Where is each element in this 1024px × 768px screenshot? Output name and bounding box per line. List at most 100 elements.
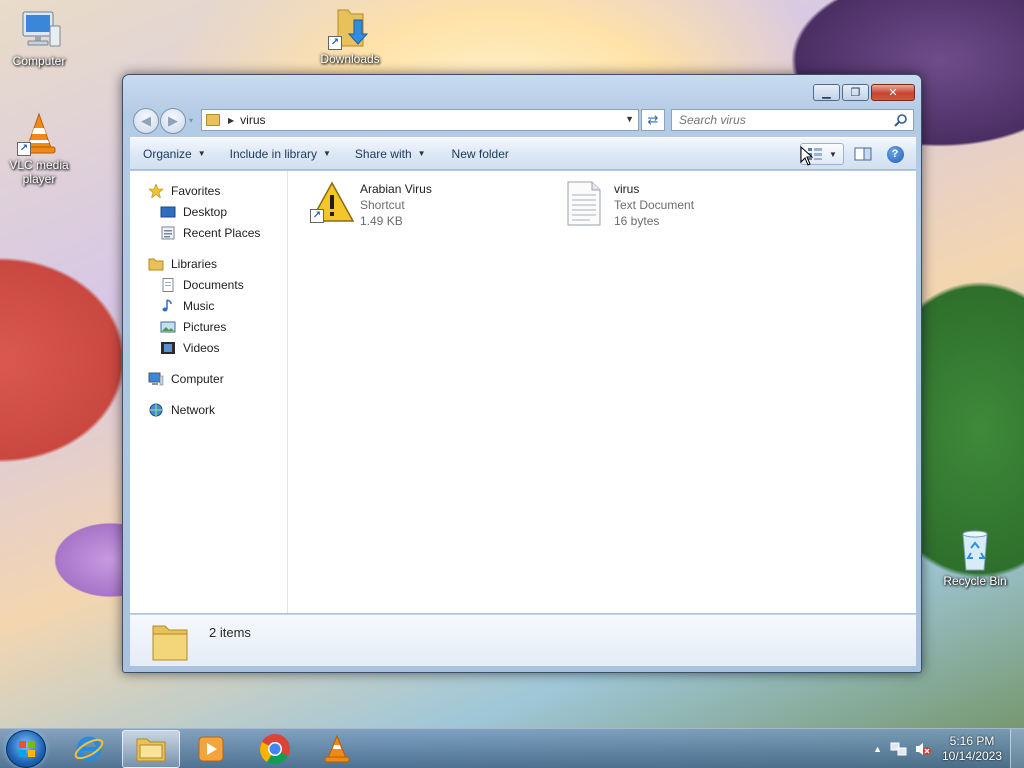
desktop-icon-label: Computer (12, 54, 66, 68)
chevron-down-icon: ▼ (197, 149, 206, 158)
desktop-icon-label: Downloads (320, 52, 380, 66)
help-button[interactable]: ? (882, 143, 908, 165)
include-in-library-button[interactable]: Include in library ▼ (218, 138, 343, 169)
show-hidden-icons-chevron-icon[interactable]: ▲ (873, 744, 882, 754)
nav-item-recent-places[interactable]: Recent Places (130, 222, 287, 243)
explorer-content: Favorites Desktop Recent Places Librarie… (130, 171, 916, 613)
nav-label: Favorites (171, 183, 221, 198)
taskbar-clock[interactable]: 5:16 PM 10/14/2023 (934, 734, 1010, 764)
nav-label: Recent Places (183, 225, 261, 240)
recent-pages-chevron-icon[interactable]: ▾ (189, 116, 193, 125)
file-item-arabian-virus[interactable]: ↗ Arabian Virus Shortcut 1.49 KB (306, 179, 536, 231)
music-icon (160, 298, 176, 313)
desktop-icon-computer[interactable]: Computer (1, 8, 77, 68)
warning-shortcut-icon: ↗ (306, 179, 356, 227)
address-bar[interactable]: ▶ virus ▼ (201, 109, 639, 131)
text-document-icon (560, 179, 610, 227)
taskbar: ▲ 5:16 PM 10/14/2023 (0, 728, 1024, 768)
nav-item-pictures[interactable]: Pictures (130, 316, 287, 337)
new-folder-label: New folder (451, 146, 509, 161)
share-with-button[interactable]: Share with ▼ (343, 138, 438, 169)
desktop-icon-recycle-bin[interactable]: Recycle Bin (937, 528, 1013, 588)
details-pane: 2 items (130, 614, 916, 666)
computer-icon (15, 8, 63, 52)
star-icon (148, 182, 164, 199)
close-icon: ✕ (888, 87, 898, 99)
nav-label: Network (171, 402, 216, 417)
refresh-button[interactable]: ⇄ (641, 109, 665, 131)
search-box[interactable] (671, 109, 914, 131)
minimize-button[interactable]: ▁ (813, 84, 840, 101)
recycle-bin-icon (951, 528, 999, 572)
file-type: Shortcut (360, 198, 405, 212)
recent-places-icon (160, 226, 176, 240)
chrome-icon (260, 734, 290, 765)
start-button[interactable] (6, 730, 46, 768)
folder-icon (206, 114, 220, 126)
forward-button[interactable]: ▶ (160, 108, 186, 134)
refresh-icon: ⇄ (647, 112, 659, 127)
nav-item-libraries[interactable]: Libraries (130, 253, 287, 274)
taskbar-windows-explorer[interactable] (122, 730, 180, 768)
nav-label: Computer (171, 371, 224, 386)
documents-icon (160, 277, 176, 292)
system-tray: ▲ 5:16 PM 10/14/2023 (873, 729, 1024, 768)
preview-pane-button[interactable] (850, 143, 876, 165)
network-status-icon[interactable] (890, 741, 908, 757)
desktop-icon-label: VLC media player (9, 158, 69, 186)
file-name: virus (614, 182, 640, 196)
item-count: 2 items (209, 625, 251, 640)
file-item-virus[interactable]: virus Text Document 16 bytes (560, 179, 790, 231)
desktop-icon-vlc[interactable]: ↗ VLC media player (1, 112, 77, 186)
nav-label: Music (183, 298, 215, 313)
maximize-button[interactable]: ❐ (842, 84, 869, 101)
desktop-icon-label: Recycle Bin (943, 574, 1007, 588)
desktop-icon-downloads[interactable]: ↗ Downloads (312, 6, 388, 66)
search-input[interactable] (679, 113, 889, 127)
forward-arrow-icon: ▶ (168, 113, 178, 128)
close-button[interactable]: ✕ (871, 84, 915, 101)
vlc-icon (324, 734, 350, 763)
nav-item-music[interactable]: Music (130, 295, 287, 316)
taskbar-windows-media-player[interactable] (182, 730, 240, 768)
mouse-cursor-icon (800, 146, 814, 166)
preview-pane-icon (854, 147, 872, 161)
nav-item-favorites[interactable]: Favorites (130, 180, 287, 201)
back-arrow-icon: ◀ (141, 113, 151, 128)
nav-label: Desktop (183, 204, 228, 219)
back-button[interactable]: ◀ (133, 108, 159, 134)
internet-explorer-icon (74, 736, 104, 762)
downloads-folder-icon: ↗ (326, 6, 374, 50)
chevron-down-icon[interactable]: ▼ (829, 150, 837, 159)
taskbar-internet-explorer[interactable] (60, 730, 118, 768)
nav-label: Videos (183, 340, 220, 355)
minimize-icon: ▁ (822, 87, 831, 99)
windows-explorer-icon (136, 738, 166, 762)
nav-item-documents[interactable]: Documents (130, 274, 287, 295)
desktop-icon (160, 205, 176, 219)
new-folder-button[interactable]: New folder (438, 138, 521, 169)
file-type: Text Document (614, 198, 695, 212)
nav-label: Pictures (183, 319, 227, 334)
taskbar-vlc[interactable] (308, 730, 366, 768)
taskbar-chrome[interactable] (246, 730, 304, 768)
navigation-pane: Favorites Desktop Recent Places Librarie… (130, 171, 288, 613)
breadcrumb-current-folder[interactable]: virus (240, 113, 265, 127)
computer-icon (148, 372, 164, 386)
vlc-icon: ↗ (15, 112, 63, 156)
show-desktop-button[interactable] (1010, 729, 1024, 768)
libraries-icon (148, 257, 164, 271)
network-icon (148, 403, 164, 417)
nav-item-videos[interactable]: Videos (130, 337, 287, 358)
search-icon[interactable] (894, 113, 908, 127)
organize-menu-button[interactable]: Organize ▼ (130, 138, 218, 169)
nav-item-network[interactable]: Network (130, 399, 287, 420)
volume-muted-icon[interactable] (914, 741, 932, 757)
breadcrumb-separator-icon[interactable]: ▶ (228, 116, 234, 125)
nav-item-desktop[interactable]: Desktop (130, 201, 287, 222)
address-dropdown-icon[interactable]: ▼ (625, 114, 634, 124)
windows-media-player-icon (198, 736, 224, 762)
chevron-down-icon: ▼ (417, 149, 426, 158)
help-icon: ? (886, 145, 904, 163)
nav-item-computer[interactable]: Computer (130, 368, 287, 389)
